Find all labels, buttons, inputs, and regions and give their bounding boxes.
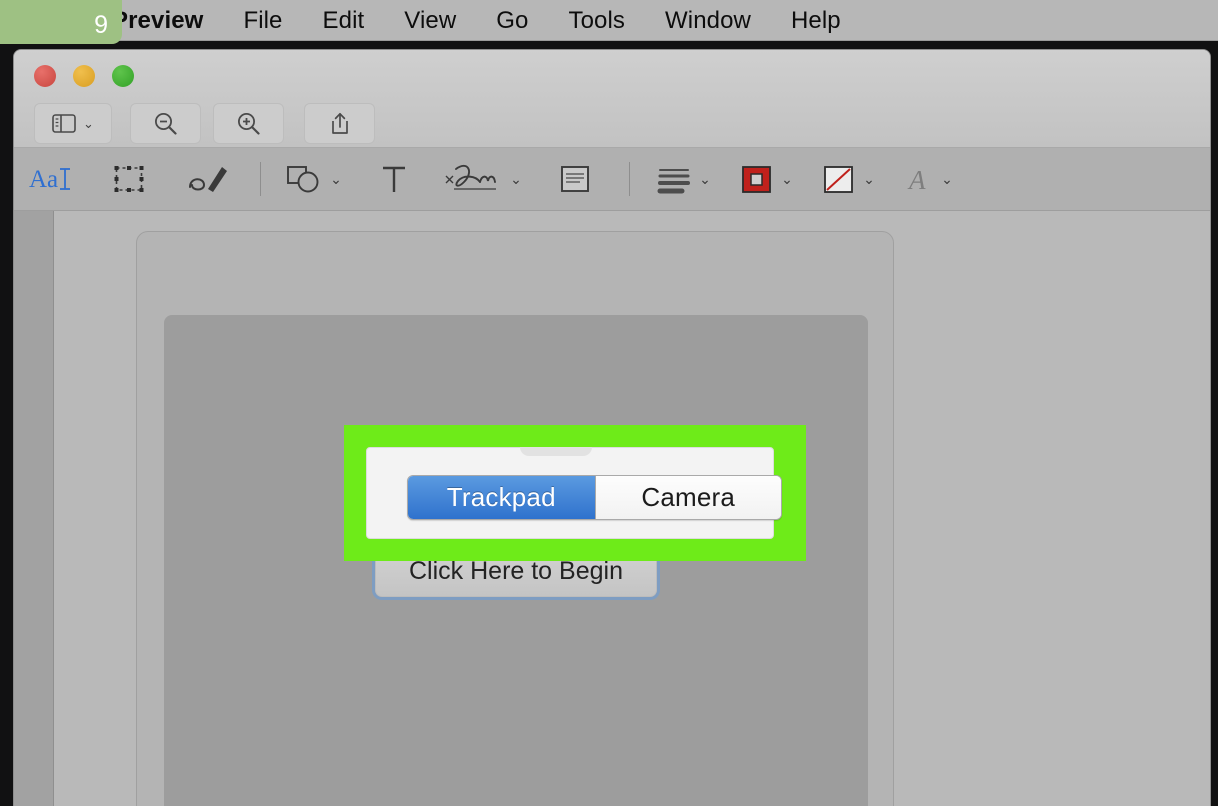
chevron-down-icon: ⌄ [510, 172, 522, 186]
signature-icon [444, 162, 502, 196]
fill-color-tool[interactable]: ⌄ [808, 148, 890, 211]
chevron-down-icon: ⌄ [699, 172, 711, 186]
menu-bar: Preview File Edit View Go Tools Window H… [0, 0, 1218, 41]
menu-item-file[interactable]: File [223, 0, 302, 41]
border-color-tool[interactable]: ⌄ [726, 148, 808, 211]
window-titlebar: ⌄ [14, 50, 1210, 148]
svg-text:Aa: Aa [29, 166, 58, 193]
text-selection-tool[interactable]: Aa [14, 148, 90, 211]
markup-toolbar: Aa [14, 148, 1210, 211]
document-canvas: Click Here to Begin Trackpad Camera [14, 211, 1210, 806]
menu-item-tools[interactable]: Tools [549, 0, 646, 41]
shapes-icon [286, 163, 322, 195]
menu-item-edit[interactable]: Edit [303, 0, 385, 41]
menu-item-window[interactable]: Window [645, 0, 771, 41]
screen: Preview File Edit View Go Tools Window H… [0, 0, 1218, 806]
input-source-popover: Trackpad Camera [366, 447, 774, 539]
note-tool[interactable] [533, 148, 617, 211]
popover-notch [520, 447, 592, 456]
segment-trackpad[interactable]: Trackpad [408, 476, 595, 519]
rectangular-selection-icon [114, 164, 144, 194]
zoom-in-button[interactable] [213, 103, 284, 144]
zoom-out-button[interactable] [130, 103, 201, 144]
svg-text:A: A [907, 165, 926, 195]
document-page[interactable]: Click Here to Begin Trackpad Camera [54, 211, 1210, 806]
text-style-icon: A [907, 163, 933, 195]
sidebar-toggle-button[interactable]: ⌄ [34, 103, 112, 144]
text-selection-icon: Aa [29, 164, 75, 194]
zoom-in-icon [236, 111, 261, 136]
shape-style-icon [657, 163, 691, 195]
fill-color-icon [823, 163, 855, 195]
menu-item-go[interactable]: Go [476, 0, 548, 41]
rectangular-selection-tool[interactable] [90, 148, 168, 211]
segment-camera[interactable]: Camera [595, 476, 782, 519]
maximize-button[interactable] [112, 65, 134, 87]
shapes-tool[interactable]: ⌄ [273, 148, 355, 211]
text-tool[interactable] [355, 148, 433, 211]
step-number-label: 9 [94, 13, 108, 38]
note-icon [560, 164, 590, 194]
text-style-tool[interactable]: A ⌄ [890, 148, 970, 211]
traffic-light-group [34, 65, 134, 87]
menu-item-help[interactable]: Help [771, 0, 861, 41]
sketch-tool[interactable] [168, 148, 248, 211]
chevron-down-icon: ⌄ [781, 172, 793, 186]
toolbar-separator [629, 162, 630, 196]
chevron-down-icon: ⌄ [330, 172, 342, 186]
minimize-button[interactable] [73, 65, 95, 87]
preview-window: ⌄ [14, 50, 1210, 806]
green-highlight-annotation: Trackpad Camera [344, 425, 806, 561]
close-button[interactable] [34, 65, 56, 87]
step-number-badge: 9 [0, 0, 122, 44]
chevron-down-icon: ⌄ [83, 117, 94, 130]
input-source-segmented-control[interactable]: Trackpad Camera [407, 475, 782, 520]
share-button[interactable] [304, 103, 375, 144]
chevron-down-icon: ⌄ [941, 172, 953, 186]
share-icon [329, 111, 351, 136]
text-icon [381, 163, 407, 195]
sketch-icon [186, 163, 230, 195]
border-color-icon [741, 163, 773, 195]
shape-style-tool[interactable]: ⌄ [642, 148, 726, 211]
menu-item-view[interactable]: View [384, 0, 476, 41]
toolbar-separator [260, 162, 261, 196]
sign-tool[interactable]: ⌄ [433, 148, 533, 211]
sidebar-icon [52, 114, 76, 133]
zoom-out-icon [153, 111, 178, 136]
thumbnail-sidebar[interactable] [14, 211, 54, 806]
chevron-down-icon: ⌄ [863, 172, 875, 186]
